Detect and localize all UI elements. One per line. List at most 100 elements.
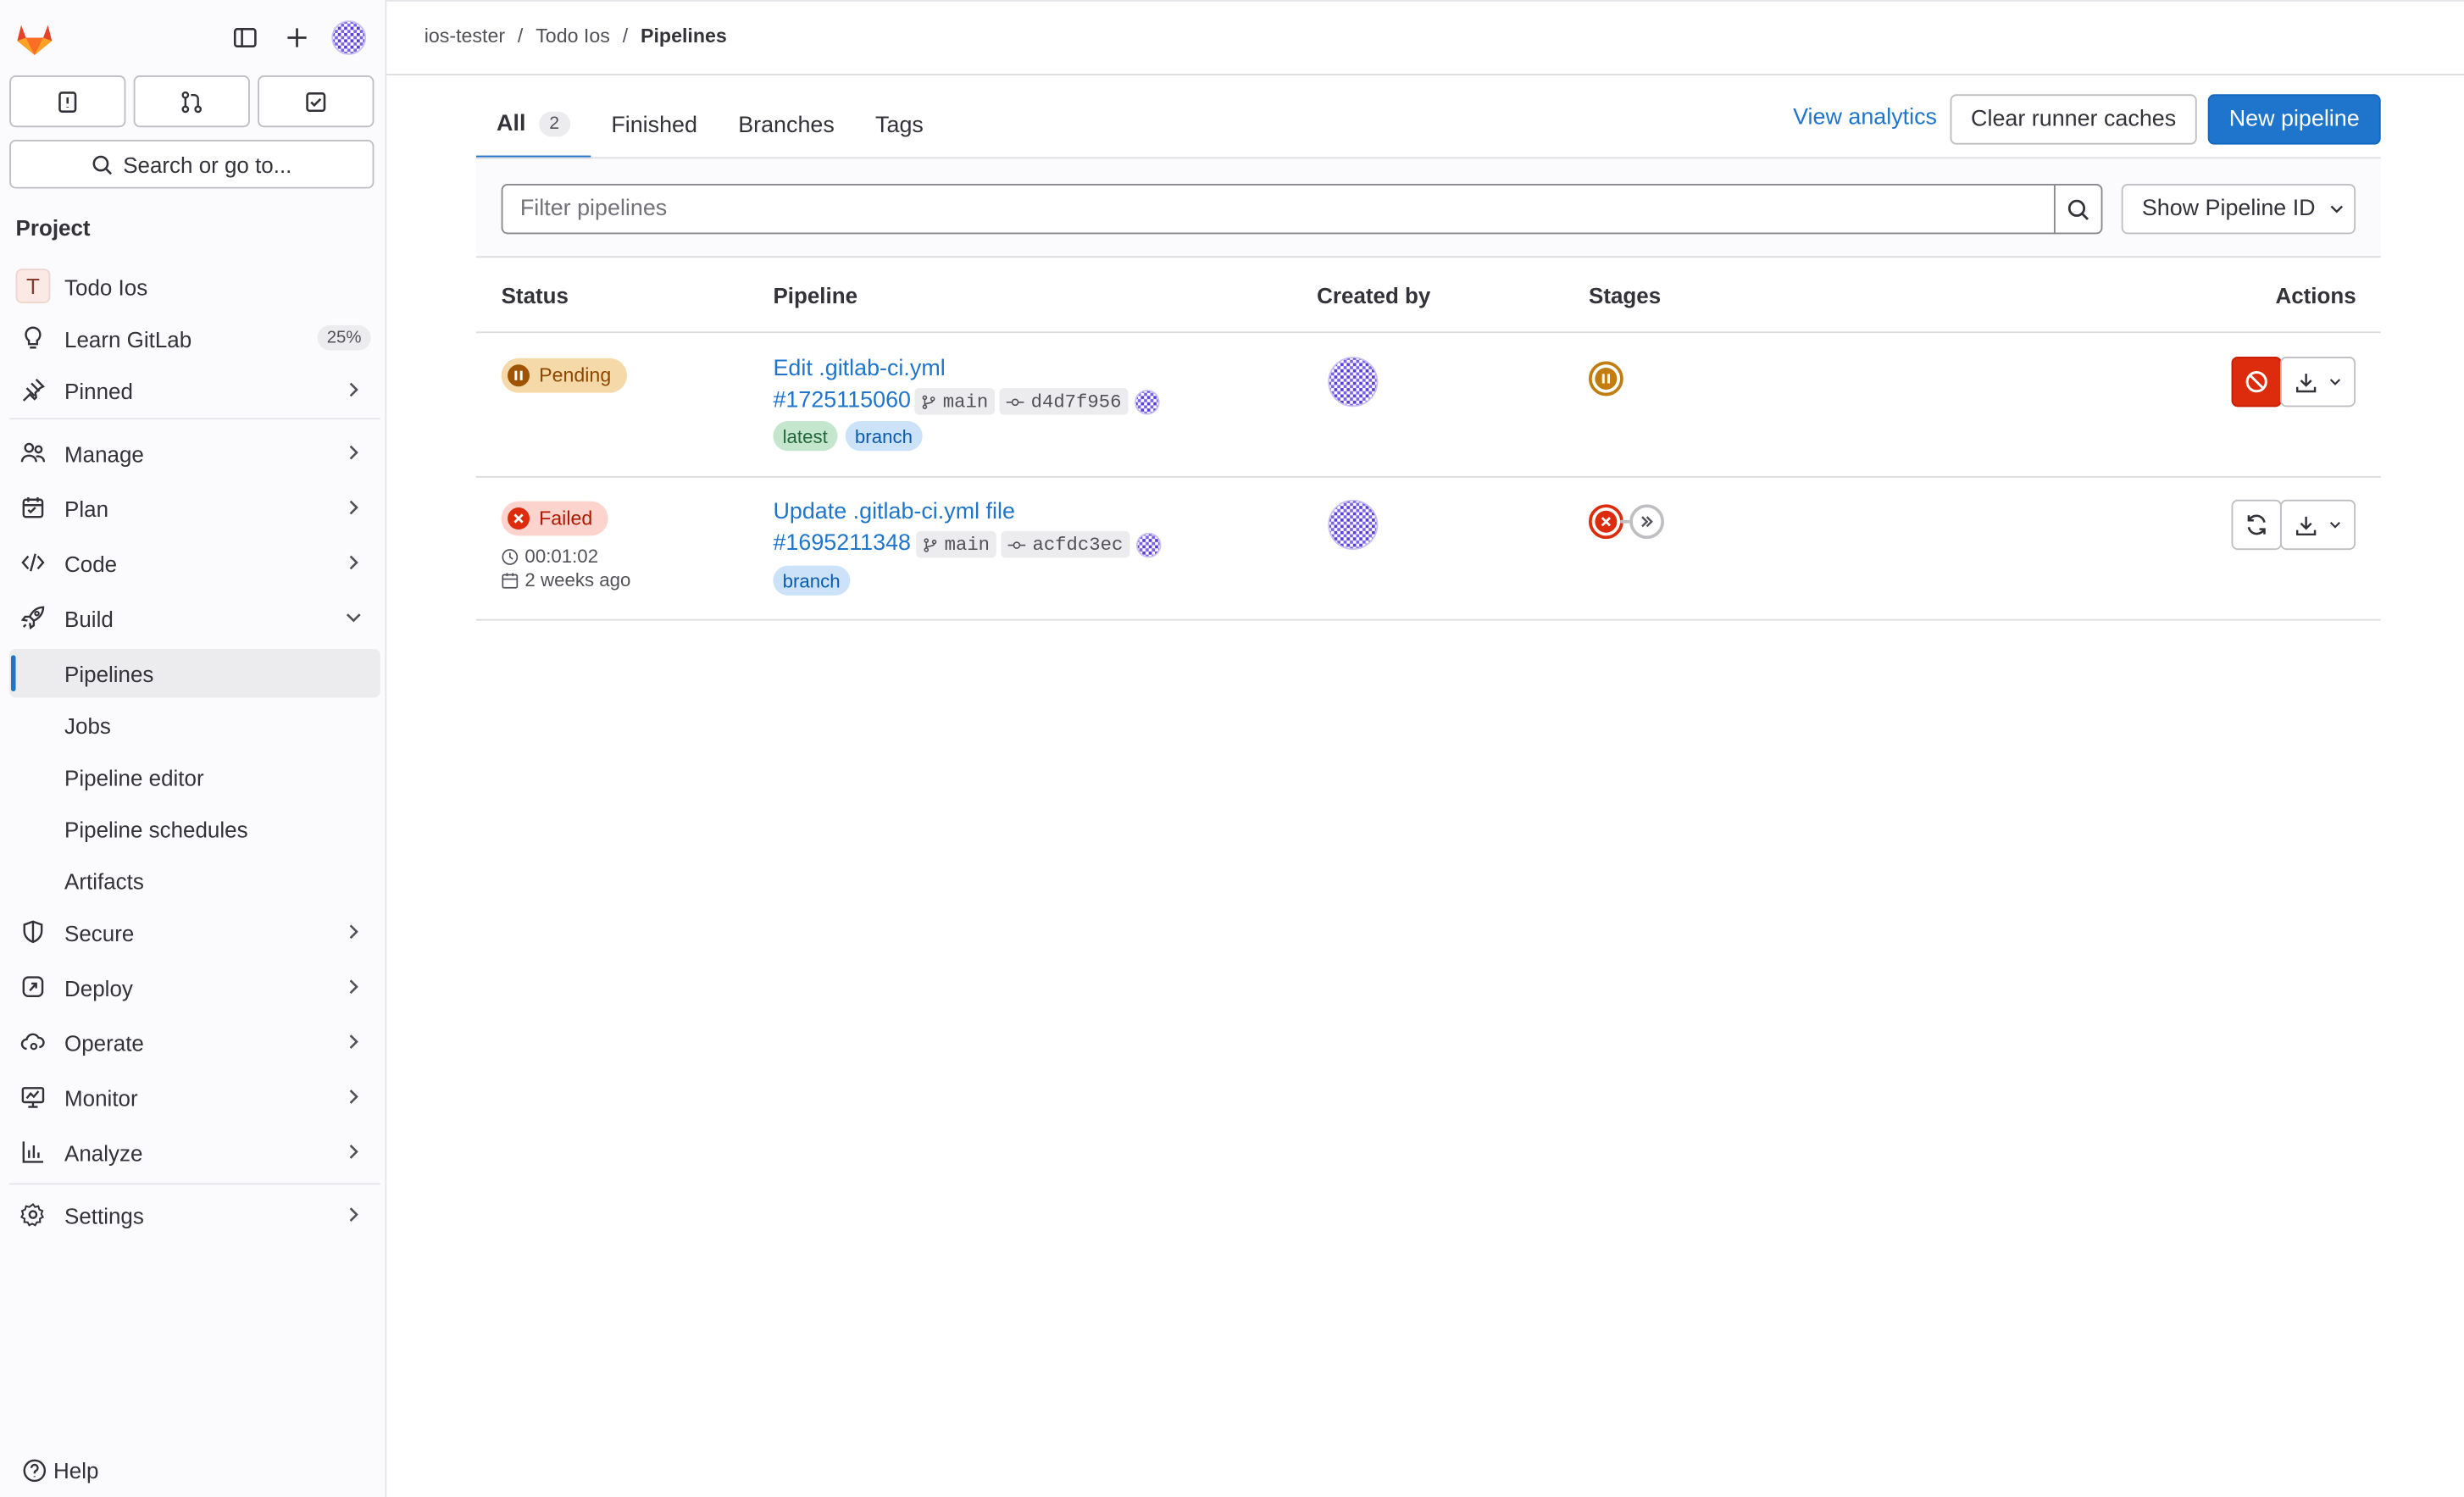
breadcrumb-group[interactable]: ios-tester bbox=[425, 25, 505, 47]
creator-avatar[interactable] bbox=[1328, 357, 1379, 408]
toggle-sidebar-icon[interactable] bbox=[226, 19, 264, 57]
creator-avatar[interactable] bbox=[1328, 499, 1379, 551]
sidebar-item-deploy[interactable]: Deploy bbox=[9, 963, 380, 1012]
commit-ref[interactable]: acfdc3ec bbox=[1001, 530, 1129, 558]
sidebar-item-pipelines[interactable]: Pipelines bbox=[9, 648, 380, 698]
sidebar-item-artifacts[interactable]: Artifacts bbox=[9, 857, 380, 905]
sidebar-item-build[interactable]: Build bbox=[9, 594, 380, 642]
search-button[interactable]: Search or go to... bbox=[9, 140, 375, 189]
deploy-icon bbox=[20, 974, 46, 1000]
sidebar-item-settings[interactable]: Settings bbox=[9, 1191, 380, 1239]
status-text: Failed bbox=[539, 507, 593, 530]
tab-label: All bbox=[497, 110, 526, 136]
stage-connector bbox=[1620, 519, 1630, 524]
plus-icon[interactable] bbox=[278, 19, 316, 57]
view-analytics-link[interactable]: View analytics bbox=[1793, 105, 1937, 130]
commit-ref[interactable]: d4d7f956 bbox=[999, 388, 1128, 415]
sidebar-item-operate[interactable]: Operate bbox=[9, 1018, 380, 1067]
sidebar-item-label: Secure bbox=[64, 919, 135, 945]
breadcrumb-project[interactable]: Todo Ios bbox=[536, 25, 610, 47]
sidebar-item-monitor[interactable]: Monitor bbox=[9, 1073, 380, 1122]
tab-all[interactable]: All 2 bbox=[475, 91, 591, 159]
table-divider bbox=[475, 331, 2381, 334]
cancel-pipeline-button[interactable] bbox=[2231, 356, 2282, 408]
breadcrumb-current[interactable]: Pipelines bbox=[641, 25, 727, 47]
sidebar-item-label: Deploy bbox=[64, 974, 133, 1001]
sidebar-item-label: Operate bbox=[64, 1029, 144, 1056]
skipped-icon bbox=[1641, 516, 1653, 528]
status-badge-failed[interactable]: Failed bbox=[501, 501, 608, 536]
stage-pending-icon[interactable] bbox=[1589, 361, 1623, 396]
failed-icon bbox=[508, 507, 530, 530]
duration-text: 00:01:02 bbox=[524, 545, 599, 568]
sidebar-item-project[interactable]: T Todo Ios bbox=[9, 263, 380, 311]
gitlab-logo-icon[interactable] bbox=[14, 19, 55, 57]
filter-search-button[interactable] bbox=[2053, 183, 2103, 235]
sidebar-item-label: Todo Ios bbox=[64, 274, 148, 300]
column-header-pipeline: Pipeline bbox=[773, 282, 858, 308]
tab-tags[interactable]: Tags bbox=[855, 91, 944, 159]
stage-skipped-icon[interactable] bbox=[1629, 504, 1665, 540]
sidebar-item-pinned[interactable]: Pinned bbox=[9, 366, 380, 414]
new-pipeline-button[interactable]: New pipeline bbox=[2207, 94, 2381, 145]
merge-request-icon bbox=[181, 90, 203, 113]
tab-finished[interactable]: Finished bbox=[591, 91, 718, 159]
status-badge-pending[interactable]: Pending bbox=[501, 358, 627, 393]
sidebar-item-pipeline-schedules[interactable]: Pipeline schedules bbox=[9, 805, 380, 853]
sidebar-item-jobs[interactable]: Jobs bbox=[9, 701, 380, 749]
sidebar: Search or go to... Project T Todo Ios Le… bbox=[0, 0, 387, 1497]
sidebar-item-learn-gitlab[interactable]: Learn GitLab 25% bbox=[9, 314, 380, 363]
rocket-icon bbox=[20, 605, 46, 630]
chevron-right-icon bbox=[349, 555, 358, 570]
sidebar-item-secure[interactable]: Secure bbox=[9, 908, 380, 956]
help-label: Help bbox=[53, 1458, 99, 1483]
todos-button[interactable] bbox=[258, 75, 375, 128]
filter-pipelines-input[interactable]: Filter pipelines bbox=[501, 183, 2056, 235]
pipeline-title-link[interactable]: Edit .gitlab-ci.yml bbox=[773, 357, 945, 382]
branch-ref[interactable]: main bbox=[914, 388, 995, 415]
retry-pipeline-button[interactable] bbox=[2231, 499, 2282, 551]
issues-button[interactable] bbox=[9, 75, 126, 128]
cancel-icon bbox=[2245, 371, 2267, 393]
pipeline-id-link[interactable]: #1695211348 bbox=[773, 531, 911, 557]
sidebar-item-label: Pipeline editor bbox=[64, 764, 204, 790]
commit-sha: acfdc3ec bbox=[1032, 533, 1124, 556]
issues-icon bbox=[58, 91, 77, 113]
sidebar-item-label: Pipelines bbox=[64, 660, 154, 686]
branch-ref[interactable]: main bbox=[916, 530, 996, 558]
failed-icon bbox=[1595, 510, 1618, 533]
chart-icon bbox=[20, 1139, 46, 1165]
sidebar-item-code[interactable]: Code bbox=[9, 539, 380, 587]
pipeline-id-link[interactable]: #1725115060 bbox=[773, 388, 911, 413]
pipeline-title-link[interactable]: Update .gitlab-ci.yml file bbox=[773, 500, 1014, 525]
search-icon bbox=[93, 154, 113, 175]
sidebar-item-plan[interactable]: Plan bbox=[9, 484, 380, 532]
breadcrumb: ios-tester / Todo Ios / Pipelines bbox=[425, 25, 727, 47]
pipeline-finished-time: 2 weeks ago bbox=[502, 568, 630, 590]
show-pipeline-id-dropdown[interactable]: Show Pipeline ID bbox=[2121, 183, 2356, 235]
chevron-right-icon bbox=[349, 382, 358, 397]
column-header-actions: Actions bbox=[2275, 282, 2356, 308]
chevron-right-icon bbox=[349, 1034, 358, 1049]
monitor-icon bbox=[20, 1084, 46, 1110]
sidebar-item-pipeline-editor[interactable]: Pipeline editor bbox=[9, 752, 380, 801]
download-icon bbox=[2295, 516, 2316, 535]
commit-author-avatar[interactable] bbox=[1135, 389, 1160, 415]
chevron-right-icon bbox=[349, 1207, 358, 1222]
stage-failed-icon[interactable] bbox=[1589, 504, 1623, 540]
clear-runner-caches-button[interactable]: Clear runner caches bbox=[1950, 94, 2197, 145]
sidebar-item-label: Monitor bbox=[64, 1084, 138, 1111]
commit-author-avatar[interactable] bbox=[1135, 532, 1162, 558]
learn-progress-badge: 25% bbox=[317, 324, 371, 351]
column-header-status: Status bbox=[501, 282, 569, 308]
branch-icon bbox=[922, 394, 935, 409]
sidebar-item-analyze[interactable]: Analyze bbox=[9, 1128, 380, 1177]
help-button[interactable]: Help bbox=[22, 1458, 98, 1483]
download-artifacts-dropdown[interactable] bbox=[2280, 499, 2356, 551]
user-avatar[interactable] bbox=[330, 19, 368, 57]
download-artifacts-dropdown[interactable] bbox=[2280, 356, 2356, 408]
tab-branches[interactable]: Branches bbox=[718, 91, 855, 159]
merge-requests-button[interactable] bbox=[133, 75, 250, 128]
sidebar-item-manage[interactable]: Manage bbox=[9, 429, 380, 477]
sidebar-item-label: Manage bbox=[64, 441, 144, 466]
